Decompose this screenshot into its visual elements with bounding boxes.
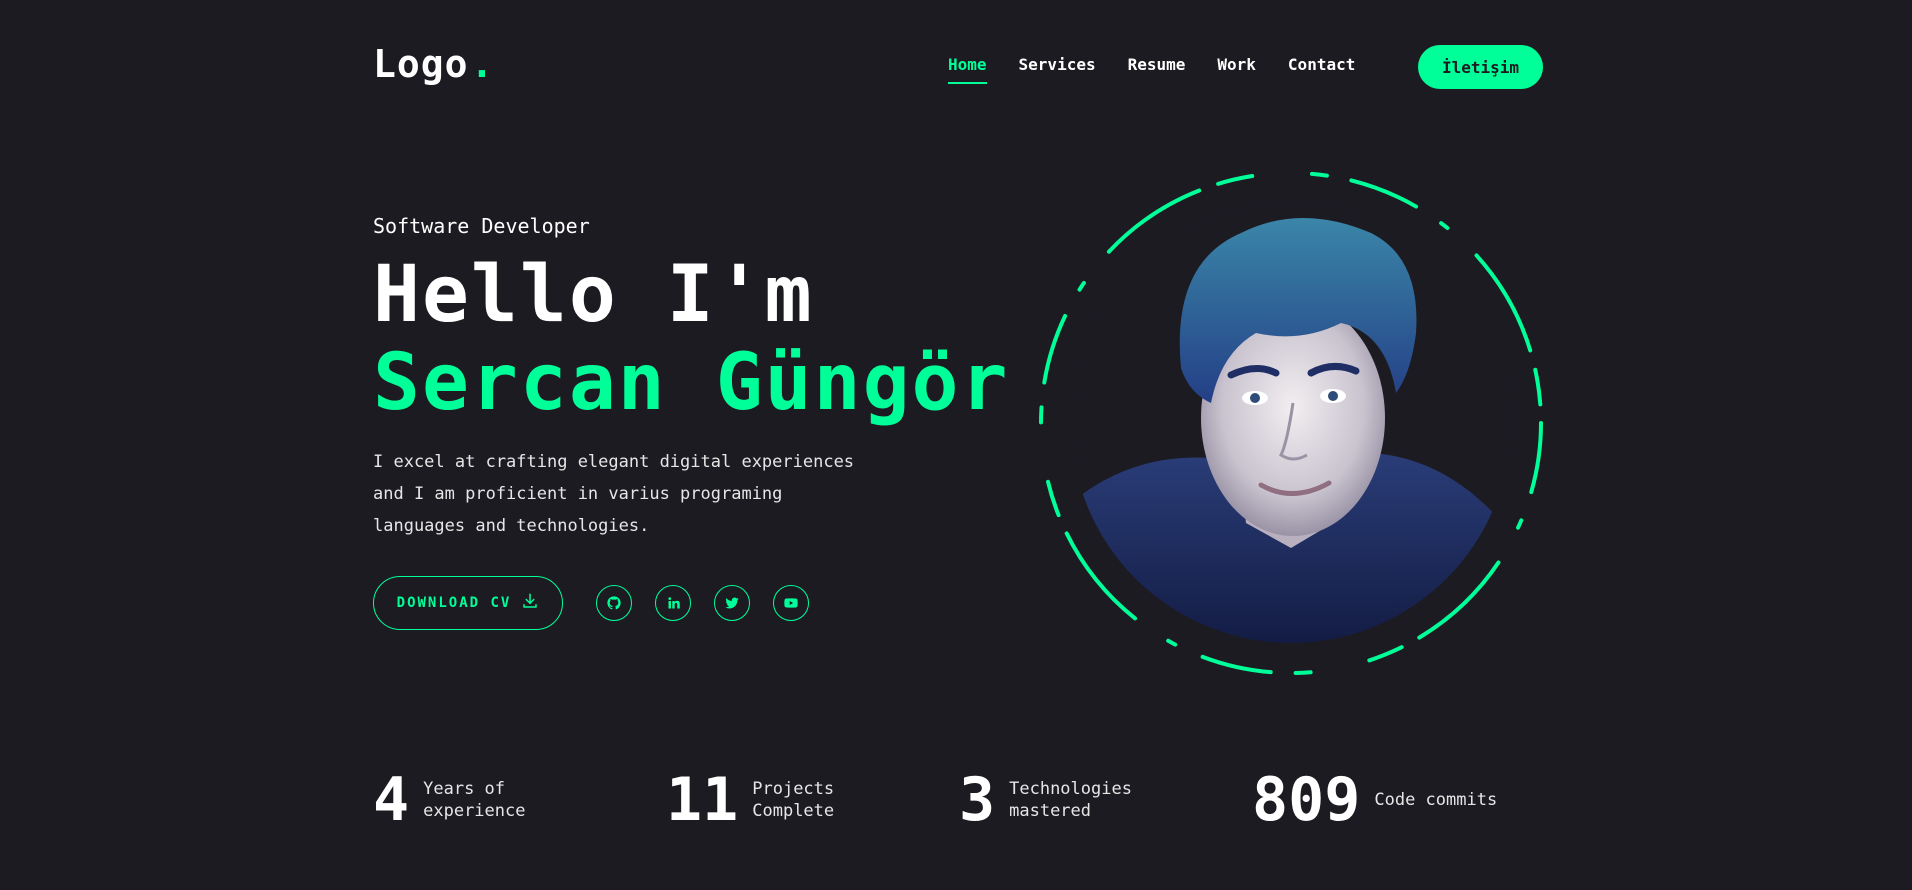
- stat-label: Years of experience: [423, 779, 526, 821]
- stat-value: 3: [959, 765, 996, 835]
- hero-subtitle: Software Developer: [373, 214, 590, 238]
- logo-text: Logo: [373, 42, 469, 86]
- linkedin-icon[interactable]: [655, 585, 691, 621]
- portrait-ring: [1039, 171, 1543, 675]
- nav-home[interactable]: Home: [948, 55, 987, 84]
- stat-label: Code commits: [1374, 790, 1498, 810]
- hero-description: I excel at crafting elegant digital expe…: [373, 452, 855, 536]
- twitter-icon[interactable]: [714, 585, 750, 621]
- logo[interactable]: Logo.: [373, 42, 494, 86]
- page: Logo. Home Services Resume Work Contact …: [0, 0, 1912, 890]
- portrait-section: [1036, 168, 1546, 678]
- main-nav: Home Services Resume Work Contact: [948, 55, 1387, 84]
- logo-dot: .: [470, 42, 495, 86]
- nav-work[interactable]: Work: [1217, 55, 1256, 74]
- stat-label: Projects Complete: [752, 779, 835, 821]
- stat-technologies: 3 Technologies mastered: [959, 770, 1252, 830]
- nav-resume[interactable]: Resume: [1128, 55, 1186, 74]
- nav-services[interactable]: Services: [1019, 55, 1096, 74]
- youtube-icon[interactable]: [773, 585, 809, 621]
- stat-label: Technologies mastered: [1009, 779, 1132, 821]
- stat-value: 11: [666, 765, 739, 835]
- stat-value: 809: [1252, 765, 1361, 835]
- social-links: [596, 585, 809, 621]
- stats-bar: 4 Years of experience 11 Projects Comple…: [373, 770, 1553, 830]
- contact-button[interactable]: İletişim: [1418, 45, 1543, 89]
- hero-name: Sercan Güngör: [373, 338, 1010, 428]
- stat-value: 4: [373, 765, 410, 835]
- download-icon: [521, 592, 539, 614]
- download-cv-label: DOWNLOAD CV: [396, 595, 512, 611]
- download-cv-button[interactable]: DOWNLOAD CV: [373, 576, 563, 630]
- hero-greeting: Hello I'm: [373, 250, 814, 340]
- stat-experience: 4 Years of experience: [373, 770, 666, 830]
- stat-projects: 11 Projects Complete: [666, 770, 959, 830]
- github-icon[interactable]: [596, 585, 632, 621]
- nav-contact[interactable]: Contact: [1288, 55, 1355, 74]
- stat-commits: 809 Code commits: [1252, 770, 1545, 830]
